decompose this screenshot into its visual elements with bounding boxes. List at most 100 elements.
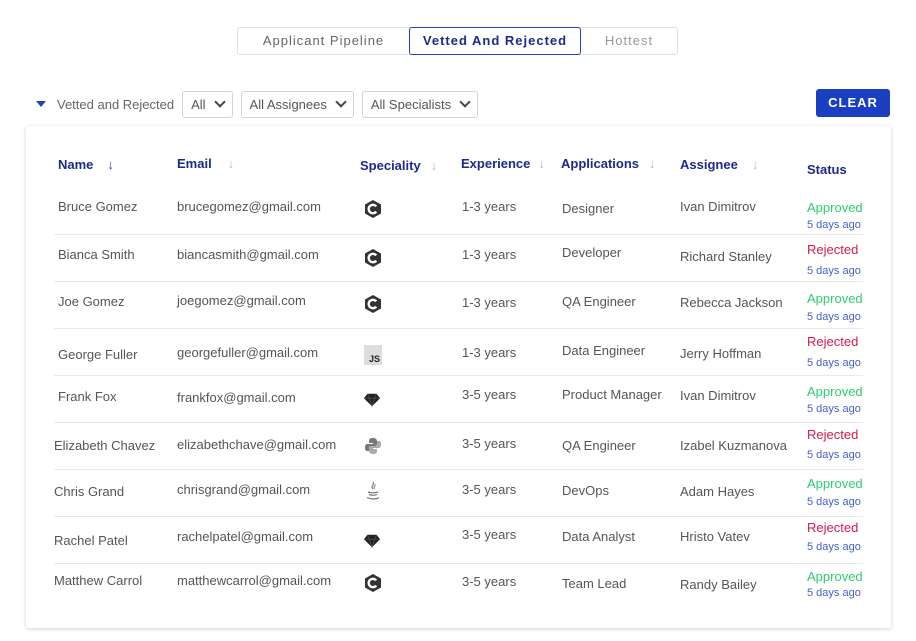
experience-value: 1-3 years xyxy=(462,247,517,262)
header-experience[interactable]: Experience ↓ xyxy=(461,156,545,171)
js-icon: JS xyxy=(364,345,382,365)
applicant-name: Frank Fox xyxy=(58,389,117,404)
specialist-select[interactable]: All Specialists xyxy=(361,90,479,118)
application-role: Data Engineer xyxy=(562,343,646,358)
applicant-name: George Fuller xyxy=(58,347,138,362)
table-row[interactable]: Elizabeth Chavez elizabethchave@gmail.com… xyxy=(26,423,891,470)
status-badge: Approved xyxy=(807,291,863,306)
applicant-name: Joe Gomez xyxy=(58,294,125,309)
status-badge: Approved xyxy=(807,200,863,215)
header-email[interactable]: Email ↓ xyxy=(177,156,234,171)
clear-button[interactable]: CLEAR xyxy=(816,89,890,117)
assignee-name: Ivan Dimitrov xyxy=(680,388,756,403)
application-role: Data Analyst xyxy=(562,529,635,544)
sort-arrow-down-icon: ↓ xyxy=(649,156,656,171)
tab-hottest[interactable]: Hottest xyxy=(581,28,677,54)
status-timestamp: 5 days ago xyxy=(807,496,861,508)
status-timestamp: 5 days ago xyxy=(807,587,861,599)
status-badge: Approved xyxy=(807,384,863,399)
experience-value: 1-3 years xyxy=(462,295,517,310)
sort-arrow-down-icon: ↓ xyxy=(107,157,114,172)
status-timestamp: 5 days ago xyxy=(807,219,861,231)
status-timestamp: 5 days ago xyxy=(807,541,861,553)
tab-vetted-and-rejected[interactable]: Vetted And Rejected xyxy=(409,27,581,55)
c-hexagon-icon xyxy=(364,249,382,267)
sort-arrow-down-icon: ↓ xyxy=(538,156,545,171)
specialist-select-value: All Specialists xyxy=(370,96,452,112)
applicant-name: Matthew Carrol xyxy=(54,573,143,588)
table-row[interactable]: Joe Gomez joegomez@gmail.com 1-3 years QA E… xyxy=(26,282,891,329)
header-experience-label: Experience xyxy=(461,156,531,171)
sort-arrow-down-icon: ↓ xyxy=(751,157,759,172)
experience-value: 3-5 years xyxy=(462,482,517,497)
collapse-triangle-icon[interactable] xyxy=(36,101,46,107)
status-select-value: All xyxy=(191,96,206,112)
tab-applicant-pipeline[interactable]: Applicant Pipeline xyxy=(238,28,409,54)
table-row[interactable]: Matthew Carrol matthewcarrol@gmail.com 3-5… xyxy=(26,564,891,610)
applicant-name: Rachel Patel xyxy=(54,533,128,548)
section-label: Vetted and Rejected xyxy=(57,96,175,112)
applicant-email: georgefuller@gmail.com xyxy=(177,345,319,360)
assignee-name: Jerry Hoffman xyxy=(680,346,762,361)
applicant-email: matthewcarrol@gmail.com xyxy=(177,573,332,588)
ruby-icon xyxy=(363,532,381,550)
experience-value: 3-5 years xyxy=(462,387,517,402)
applicant-email: chrisgrand@gmail.com xyxy=(177,482,311,497)
status-badge: Rejected xyxy=(807,334,859,349)
assignee-name: Hristo Vatev xyxy=(680,529,750,544)
assignee-name: Ivan Dimitrov xyxy=(680,199,756,214)
table-row[interactable]: Chris Grand chrisgrand@gmail.com 3-5 years… xyxy=(26,470,891,517)
header-name[interactable]: Name ↓ xyxy=(58,157,114,172)
ruby-icon xyxy=(363,391,381,409)
applicant-email: rachelpatel@gmail.com xyxy=(177,529,314,544)
status-timestamp: 5 days ago xyxy=(807,265,861,277)
application-role: Designer xyxy=(562,201,615,216)
header-assignee[interactable]: Assignee ↓ xyxy=(680,157,758,172)
header-speciality-label: Speciality xyxy=(360,158,421,173)
table-row[interactable]: Bruce Gomez brucegomez@gmail.com 1-3 years… xyxy=(26,188,891,235)
application-role: Team Lead xyxy=(562,576,627,591)
table-row[interactable]: Frank Fox frankfox@gmail.com 3-5 years Prod… xyxy=(26,376,891,423)
experience-value: 1-3 years xyxy=(462,345,517,360)
header-speciality[interactable]: Speciality ↓ xyxy=(360,158,437,173)
status-badge: Rejected xyxy=(807,242,859,257)
assignee-name: Richard Stanley xyxy=(680,249,772,264)
assignee-name: Adam Hayes xyxy=(680,484,755,499)
status-timestamp: 5 days ago xyxy=(807,357,861,369)
applicant-email: frankfox@gmail.com xyxy=(177,390,296,405)
table-row[interactable]: George Fuller georgefuller@gmail.com JS 1-3… xyxy=(26,329,891,376)
applicant-name: Bruce Gomez xyxy=(58,199,138,214)
table-row[interactable]: Rachel Patel rachelpatel@gmail.com 3-5 yea… xyxy=(26,517,891,564)
status-badge: Rejected xyxy=(807,520,859,535)
chevron-down-icon xyxy=(459,96,471,108)
header-status-label: Status xyxy=(807,162,847,177)
sort-arrow-down-icon: ↓ xyxy=(227,156,235,171)
table-row[interactable]: Bianca Smith biancasmith@gmail.com 1-3 yea… xyxy=(26,235,891,282)
applicant-email: brucegomez@gmail.com xyxy=(177,199,321,214)
application-role: QA Engineer xyxy=(562,294,636,309)
header-email-label: Email xyxy=(177,156,212,171)
header-applications[interactable]: Applications ↓ xyxy=(561,156,656,171)
chevron-down-icon xyxy=(213,96,226,108)
assignee-name: Randy Bailey xyxy=(680,577,757,592)
header-status: Status xyxy=(807,162,847,177)
sort-arrow-down-icon: ↓ xyxy=(430,158,438,173)
assignee-name: Izabel Kuzmanova xyxy=(680,438,787,453)
filter-bar: Vetted and Rejected All All Assignees Al… xyxy=(36,90,486,118)
applicant-name: Elizabeth Chavez xyxy=(54,438,156,453)
status-select[interactable]: All xyxy=(182,90,233,118)
c-hexagon-icon xyxy=(364,200,382,218)
c-hexagon-icon xyxy=(364,295,382,313)
header-assignee-label: Assignee xyxy=(680,157,738,172)
applicants-table: Name ↓ Email ↓ Speciality ↓ Experience ↓… xyxy=(26,126,891,628)
application-role: DevOps xyxy=(562,483,609,498)
applicant-email: joegomez@gmail.com xyxy=(177,293,306,308)
header-name-label: Name xyxy=(58,157,94,172)
applicant-name: Chris Grand xyxy=(54,484,125,499)
applicant-email: biancasmith@gmail.com xyxy=(177,247,319,262)
header-applications-label: Applications xyxy=(561,156,640,171)
experience-value: 1-3 years xyxy=(462,199,517,214)
assignee-name: Rebecca Jackson xyxy=(680,295,783,310)
applicant-email: elizabethchave@gmail.com xyxy=(177,437,337,452)
assignee-select[interactable]: All Assignees xyxy=(240,90,354,118)
